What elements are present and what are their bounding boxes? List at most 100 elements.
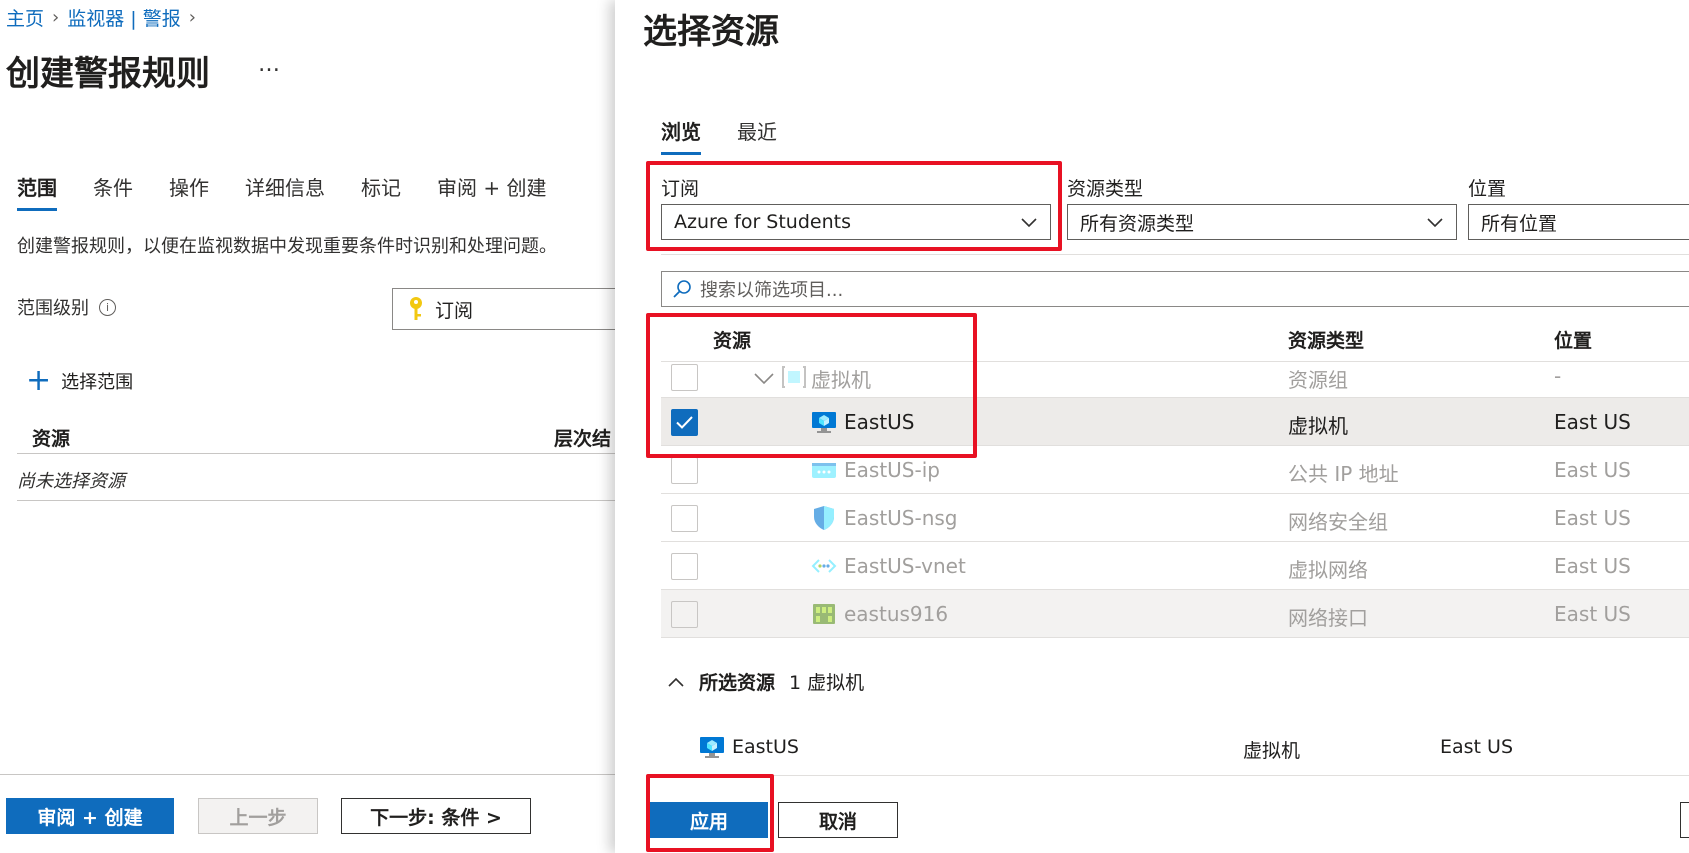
tab-browse[interactable]: 浏览 [661,116,701,155]
plus-icon: + [26,363,52,398]
resource-search-input[interactable]: 搜索以筛选项目... [661,271,1689,307]
virtual-machine-icon [812,412,836,433]
resource-type: 公共 IP 地址 [1288,462,1399,486]
chevron-right-icon: › [52,7,60,28]
chevron-down-icon[interactable] [753,370,775,386]
scope-level-select[interactable]: 订阅 [392,288,632,330]
table-row[interactable]: EastUS-ip 公共 IP 地址 East US [661,446,1689,494]
info-icon[interactable]: i [99,298,116,316]
column-header-resource: 资源 [713,330,752,352]
resource-location: East US [1554,410,1631,434]
row-checkbox[interactable] [671,364,698,391]
resource-type: 网络安全组 [1288,510,1388,534]
row-checkbox-checked[interactable] [671,409,698,436]
page-title: 创建警报规则 [6,54,210,94]
resource-type-label: 资源类型 [1067,178,1144,200]
resource-name: EastUS-nsg [844,506,958,530]
subscription-label: 订阅 [661,178,700,200]
panel-footer-button-partial[interactable] [1680,802,1689,838]
search-placeholder: 搜索以筛选项目... [700,280,844,301]
column-header-hierarchy: 层次结 [554,428,612,450]
subscription-value: Azure for Students [674,211,851,233]
resource-name: EastUS-vnet [844,554,966,578]
resource-location: - [1554,364,1562,388]
subscription-dropdown[interactable]: Azure for Students [661,204,1051,240]
location-dropdown[interactable]: 所有位置 [1468,204,1689,240]
select-scope-label: 选择范围 [61,372,134,393]
row-checkbox[interactable] [671,553,698,580]
location-label: 位置 [1468,178,1507,200]
column-header-location: 位置 [1554,330,1593,352]
review-create-button[interactable]: 审阅 + 创建 [6,798,174,834]
tab-condition[interactable]: 条件 [93,172,133,211]
virtual-machine-icon [700,737,724,758]
chevron-right-icon: › [188,7,196,28]
selected-resources-toggle[interactable]: 所选资源 1 虚拟机 [667,668,864,695]
scope-level-label: 范围级别 i [17,294,116,320]
table-row[interactable]: 虚拟机 资源组 - [661,362,1689,398]
tab-actions[interactable]: 操作 [169,172,209,211]
resource-name: eastus916 [844,602,949,626]
table-row[interactable]: EastUS-nsg 网络安全组 East US [661,494,1689,542]
previous-button[interactable]: 上一步 [198,798,318,834]
resource-table-header: 资源 资源类型 位置 [661,318,1689,362]
resource-name: 虚拟机 [811,368,871,392]
resource-type: 虚拟网络 [1288,558,1368,582]
resource-type: 资源组 [1288,368,1348,392]
page-description: 创建警报规则，以便在监视数据中发现重要条件时识别和处理问题。 [17,236,557,257]
chevron-down-icon [1021,218,1037,228]
tab-tags[interactable]: 标记 [361,172,401,211]
breadcrumb-monitor-link[interactable]: 监视器 | 警报 [67,4,180,31]
wizard-steps: 范围 条件 操作 详细信息 标记 审阅 + 创建 [17,172,582,211]
row-checkbox[interactable] [671,457,698,484]
selected-resource-row: EastUS 虚拟机 East US [699,730,1689,776]
selected-resource-location: East US [1440,736,1514,758]
shield-icon [814,506,834,530]
cancel-button[interactable]: 取消 [778,802,898,838]
column-header-resource: 资源 [32,428,71,450]
chevron-down-icon [1427,218,1443,228]
table-row[interactable]: EastUS 虚拟机 East US [661,398,1689,446]
table-row[interactable]: EastUS-vnet 虚拟网络 East US [661,542,1689,590]
apply-button[interactable]: 应用 [650,802,768,838]
chevron-up-icon [668,677,684,687]
selected-resources-label: 所选资源 [699,672,776,694]
row-checkbox[interactable] [671,505,698,532]
column-header-resource-type: 资源类型 [1288,330,1365,352]
resource-table: 资源 资源类型 位置 虚拟机 资源组 - EastUS 虚拟机 East US … [661,318,1689,638]
tab-details[interactable]: 详细信息 [245,172,325,211]
scope-table-header: 资源 层次结 [17,420,617,454]
tab-recent[interactable]: 最近 [737,116,777,155]
select-scope-button[interactable]: + 选择范围 [26,363,134,398]
create-alert-rule-page: 主页 › 监视器 | 警报 › 创建警报规则 … 范围 条件 操作 详细信息 标… [0,0,632,853]
empty-state-text: 尚未选择资源 [17,455,617,501]
panel-title: 选择资源 [643,12,779,52]
scope-level-text: 范围级别 [17,298,89,319]
resource-name: EastUS-ip [844,458,940,482]
breadcrumb-home-link[interactable]: 主页 [6,4,44,31]
resource-type-value: 所有资源类型 [1080,212,1195,235]
tab-scope[interactable]: 范围 [17,172,57,211]
scope-level-value: 订阅 [435,299,474,322]
resource-location: East US [1554,506,1631,530]
selected-resources-summary: 1 虚拟机 [789,672,865,694]
tab-review-create[interactable]: 审阅 + 创建 [437,172,546,211]
selected-resource-type: 虚拟机 [1243,740,1301,762]
select-resource-panel: 选择资源 浏览 最近 订阅 Azure for Students 资源类型 所有… [615,0,1689,853]
resource-location: East US [1554,602,1631,626]
next-condition-button[interactable]: 下一步: 条件 > [341,798,531,834]
public-ip-icon [812,463,836,478]
resource-type: 网络接口 [1288,606,1368,630]
key-icon [410,297,422,320]
row-checkbox[interactable] [671,601,698,628]
resource-type-dropdown[interactable]: 所有资源类型 [1067,204,1457,240]
table-row[interactable]: eastus916 网络接口 East US [661,590,1689,638]
resource-name: EastUS [844,410,915,434]
filter-divider [661,254,1689,255]
resource-location: East US [1554,458,1631,482]
network-interface-icon [813,604,835,624]
resource-location: East US [1554,554,1631,578]
resource-group-icon [782,366,806,388]
more-options-icon[interactable]: … [258,52,281,77]
location-value: 所有位置 [1481,212,1558,235]
